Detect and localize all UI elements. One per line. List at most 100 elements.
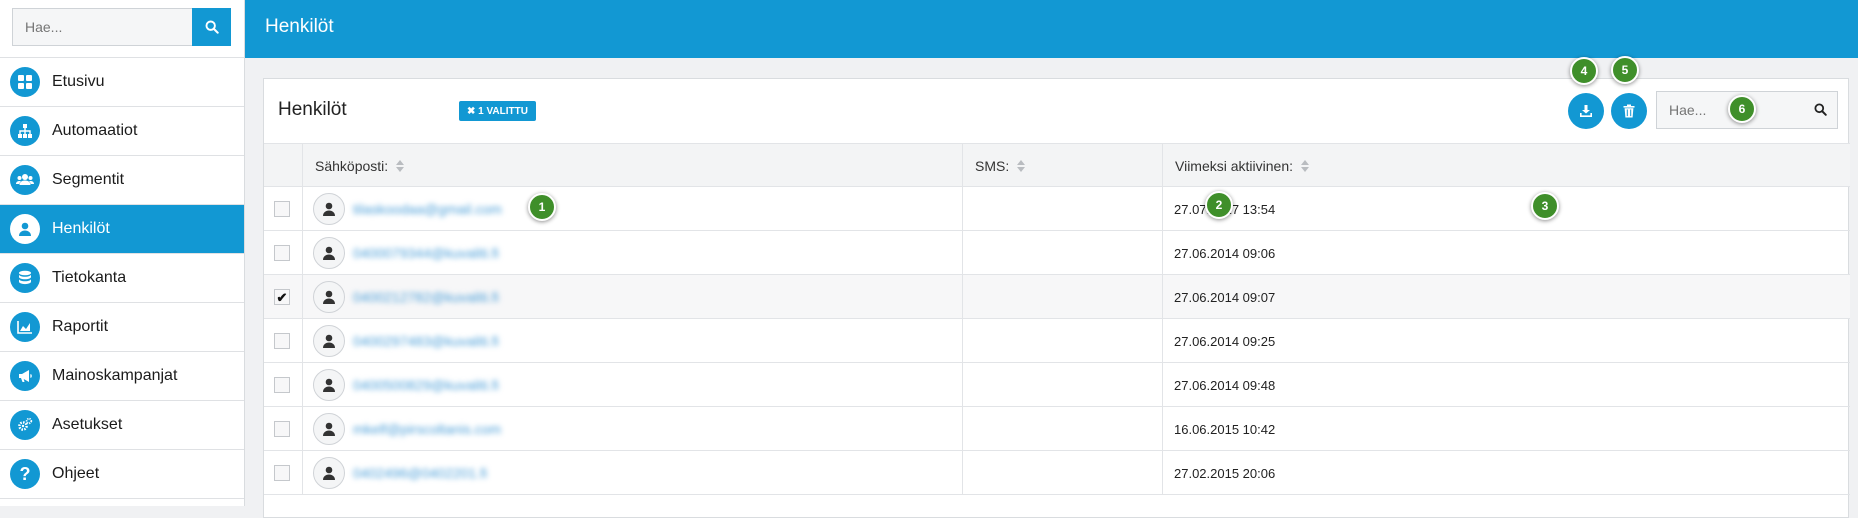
annotation-marker: 5 [1611, 56, 1639, 84]
table-row[interactable]: 0400079344@kuvaliti.fi 27.06.2014 09:06 [264, 231, 1850, 275]
sms-cell [962, 319, 1162, 363]
delete-button[interactable] [1611, 93, 1647, 129]
sidebar-item-label: Tietokanta [52, 269, 127, 286]
top-bar: Henkilöt [245, 0, 1858, 58]
row-checkbox[interactable]: ✔ [274, 289, 290, 305]
last-active-cell: 27.06.2014 09:25 [1162, 319, 1850, 363]
email-link[interactable]: 0402496@0402201.fi [353, 465, 487, 481]
column-header-sms[interactable]: SMS: [962, 144, 1162, 188]
email-cell: tilaskoodaa@gmail.com [302, 187, 962, 231]
sidebar-item-tietokanta[interactable]: Tietokanta [0, 254, 244, 303]
sitemap-icon [10, 116, 40, 146]
sort-icon [1301, 160, 1310, 172]
cogs-icon [10, 410, 40, 440]
user-icon [323, 202, 335, 216]
avatar[interactable] [313, 457, 345, 489]
select-cell [264, 363, 302, 407]
sidebar-item-label: Asetukset [52, 416, 123, 433]
last-active-cell: 27.06.2014 09:07 [1162, 275, 1850, 319]
email-link[interactable]: mkelf@pirscoltanis.com [353, 421, 501, 437]
user-icon [323, 334, 335, 348]
sidebar-item-label: Ohjeet [52, 465, 100, 482]
sidebar-search-button[interactable] [192, 8, 231, 46]
annotation-marker: 2 [1205, 191, 1233, 219]
help-icon: ? [10, 459, 40, 489]
select-cell [264, 231, 302, 275]
sidebar-item-henkilot[interactable]: Henkilöt [0, 205, 244, 254]
select-cell [264, 407, 302, 451]
email-cell: 0400500829@kuvaliti.fi [302, 363, 962, 407]
avatar[interactable] [313, 325, 345, 357]
table-row[interactable]: tilaskoodaa@gmail.com 27.07.2017 13:54 [264, 187, 1850, 231]
row-checkbox[interactable] [274, 201, 290, 217]
avatar[interactable] [313, 281, 345, 313]
table-row[interactable]: 0400500829@kuvaliti.fi 27.06.2014 09:48 [264, 363, 1850, 407]
column-header-last-active[interactable]: Viimeksi aktiivinen: [1162, 144, 1850, 188]
row-checkbox[interactable] [274, 377, 290, 393]
last-active-value: 27.02.2015 20:06 [1174, 465, 1276, 481]
trash-icon [1623, 104, 1635, 118]
select-cell: ✔ [264, 275, 302, 319]
users-icon [10, 165, 40, 195]
table-row[interactable]: ✔ 0400212782@kuvaliti.fi 27.06.2014 09:07 [264, 275, 1850, 319]
panel-header: Henkilöt ✖ 1 VALITTU [264, 79, 1850, 143]
sms-cell [962, 231, 1162, 275]
last-active-cell: 27.02.2015 20:06 [1162, 451, 1850, 495]
sidebar: Etusivu Automaatiot Segmentit Henkilöt T… [0, 0, 245, 506]
search-icon [205, 20, 219, 34]
table-row[interactable]: 0400297483@kuvaliti.fi 27.06.2014 09:25 [264, 319, 1850, 363]
sidebar-item-label: Segmentit [52, 171, 125, 188]
sidebar-item-mainoskampanjat[interactable]: Mainoskampanjat [0, 352, 244, 401]
sidebar-search [0, 0, 244, 58]
column-header-email[interactable]: Sähköposti: [302, 144, 962, 188]
annotation-marker: 3 [1531, 192, 1559, 220]
sidebar-item-automaatiot[interactable]: Automaatiot [0, 107, 244, 156]
sms-cell [962, 363, 1162, 407]
select-cell [264, 451, 302, 495]
database-icon [10, 263, 40, 293]
select-cell [264, 187, 302, 231]
user-icon [10, 214, 40, 244]
email-link[interactable]: 0400212782@kuvaliti.fi [353, 289, 499, 305]
sidebar-item-label: Raportit [52, 318, 109, 335]
search-icon[interactable] [1814, 103, 1827, 116]
row-checkbox[interactable] [274, 333, 290, 349]
sidebar-item-segmentit[interactable]: Segmentit [0, 156, 244, 205]
last-active-value: 27.06.2014 09:07 [1174, 289, 1276, 305]
annotation-marker: 1 [528, 193, 556, 221]
email-cell: 0400079344@kuvaliti.fi [302, 231, 962, 275]
sidebar-search-input[interactable] [12, 8, 192, 46]
row-checkbox[interactable] [274, 421, 290, 437]
column-header-label: Viimeksi aktiivinen: [1175, 158, 1294, 174]
sidebar-item-asetukset[interactable]: Asetukset [0, 401, 244, 450]
sidebar-item-etusivu[interactable]: Etusivu [0, 58, 244, 107]
avatar[interactable] [313, 193, 345, 225]
table-header: Sähköposti: SMS: Viimeksi aktiivinen: [264, 143, 1850, 188]
email-link[interactable]: 0400500829@kuvaliti.fi [353, 377, 499, 393]
row-checkbox[interactable] [274, 245, 290, 261]
user-icon [323, 466, 335, 480]
email-link[interactable]: tilaskoodaa@gmail.com [353, 201, 502, 217]
selected-count-badge[interactable]: ✖ 1 VALITTU [459, 101, 536, 121]
panel-title: Henkilöt [278, 99, 347, 120]
email-link[interactable]: 0400297483@kuvaliti.fi [353, 333, 499, 349]
export-button[interactable] [1568, 93, 1604, 129]
avatar[interactable] [313, 413, 345, 445]
table-row[interactable]: mkelf@pirscoltanis.com 16.06.2015 10:42 [264, 407, 1850, 451]
email-link[interactable]: 0400079344@kuvaliti.fi [353, 245, 499, 261]
annotation-marker: 6 [1728, 95, 1756, 123]
row-checkbox[interactable] [274, 465, 290, 481]
select-cell [264, 319, 302, 363]
avatar[interactable] [313, 369, 345, 401]
sort-icon [396, 160, 405, 172]
sidebar-item-raportit[interactable]: Raportit [0, 303, 244, 352]
last-active-cell: 27.07.2017 13:54 [1162, 187, 1850, 231]
last-active-value: 27.06.2014 09:25 [1174, 333, 1276, 349]
email-cell: mkelf@pirscoltanis.com [302, 407, 962, 451]
sidebar-item-ohjeet[interactable]: ? Ohjeet [0, 450, 244, 499]
avatar[interactable] [313, 237, 345, 269]
table-row[interactable]: 0402496@0402201.fi 27.02.2015 20:06 [264, 451, 1850, 495]
table-search-input[interactable] [1657, 92, 1797, 128]
last-active-cell: 16.06.2015 10:42 [1162, 407, 1850, 451]
user-icon [323, 422, 335, 436]
